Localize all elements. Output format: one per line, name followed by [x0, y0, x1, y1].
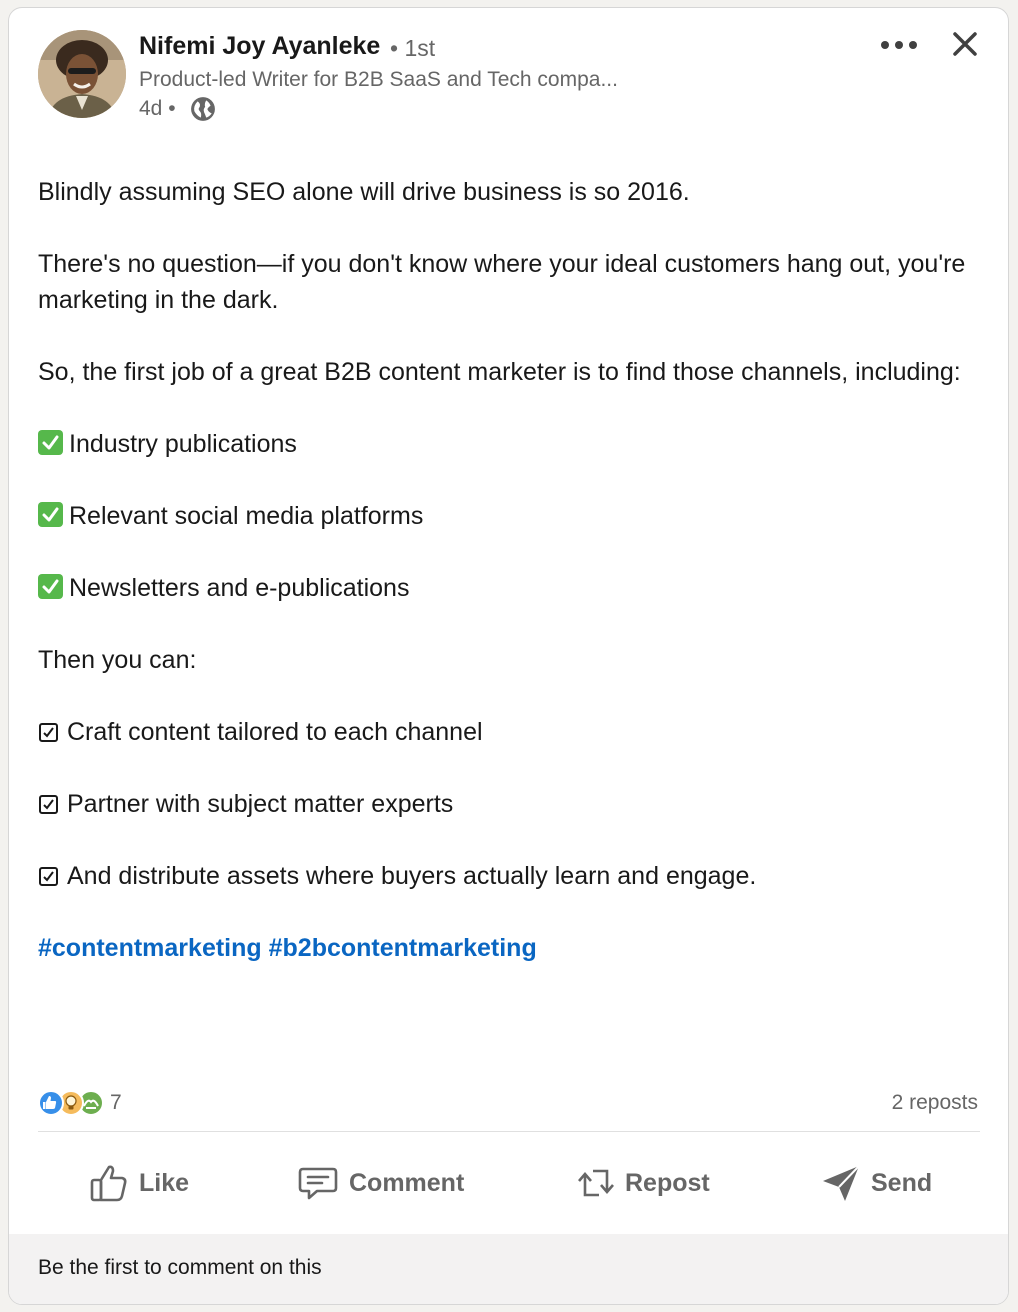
more-options-button[interactable] — [875, 28, 927, 62]
post-paragraph-3: So, the first job of a great B2B content… — [38, 358, 961, 386]
ballot-check-icon — [39, 723, 58, 742]
post-meta: 4d • — [139, 96, 216, 122]
post-card: Nifemi Joy Ayanleke • 1st Product-led Wr… — [8, 7, 1009, 1305]
like-button[interactable]: Like — [89, 1158, 189, 1208]
send-icon — [823, 1165, 860, 1201]
action-item: And distribute assets where buyers actua… — [38, 858, 988, 894]
author-name[interactable]: Nifemi Joy Ayanleke — [139, 32, 380, 61]
more-horizontal-icon — [881, 41, 917, 49]
close-button[interactable] — [947, 26, 983, 62]
channel-label: Relevant social media platforms — [69, 502, 424, 530]
channel-label: Newsletters and e-publications — [69, 574, 410, 602]
green-check-icon — [38, 430, 63, 455]
hashtag-link[interactable]: #contentmarketing — [38, 934, 262, 962]
like-reaction-icon — [38, 1090, 64, 1116]
send-label: Send — [871, 1168, 933, 1197]
divider — [38, 1131, 980, 1132]
channel-item: Industry publications — [38, 426, 988, 462]
post-intro: Blindly assuming SEO alone will drive bu… — [38, 178, 690, 206]
post-paragraph-2: There's no question—if you don't know wh… — [38, 250, 966, 314]
send-button[interactable]: Send — [821, 1158, 932, 1208]
connection-degree: • 1st — [390, 35, 436, 61]
reactions-summary[interactable]: 7 — [38, 1090, 122, 1116]
channel-item: Newsletters and e-publications — [38, 570, 988, 606]
comment-label: Comment — [349, 1168, 465, 1197]
reposts-count[interactable]: 2 reposts — [892, 1091, 978, 1115]
close-icon — [953, 32, 977, 56]
comments-footer: Be the first to comment on this — [9, 1234, 1008, 1304]
action-item: Partner with subject matter experts — [38, 786, 988, 822]
repost-icon — [578, 1169, 614, 1197]
like-label: Like — [139, 1168, 190, 1197]
globe-icon — [190, 97, 215, 121]
action-label: And distribute assets where buyers actua… — [67, 862, 757, 890]
repost-button[interactable]: Repost — [577, 1158, 710, 1208]
post-text: Blindly assuming SEO alone will drive bu… — [38, 174, 988, 966]
post-then: Then you can: — [38, 646, 197, 674]
repost-label: Repost — [625, 1168, 710, 1197]
thumbs-up-icon — [90, 1165, 127, 1202]
action-item: Craft content tailored to each channel — [38, 714, 988, 750]
first-comment-prompt[interactable]: Be the first to comment on this — [38, 1256, 322, 1280]
post-time: 4d • — [139, 97, 176, 120]
reaction-count: 7 — [110, 1091, 122, 1114]
green-check-icon — [38, 502, 63, 527]
author-avatar[interactable] — [38, 30, 126, 118]
hashtags: #contentmarketing #b2bcontentmarketing — [38, 930, 988, 966]
author-headline: Product-led Writer for B2B SaaS and Tech… — [139, 68, 618, 91]
hashtag-link[interactable]: #b2bcontentmarketing — [269, 934, 537, 962]
ballot-check-icon — [39, 795, 58, 814]
action-label: Craft content tailored to each channel — [67, 718, 483, 746]
comment-icon — [298, 1167, 338, 1200]
comment-button[interactable]: Comment — [297, 1158, 464, 1208]
action-label: Partner with subject matter experts — [67, 790, 454, 818]
green-check-icon — [38, 574, 63, 599]
channel-item: Relevant social media platforms — [38, 498, 988, 534]
ballot-check-icon — [39, 867, 58, 886]
channel-label: Industry publications — [69, 430, 297, 458]
